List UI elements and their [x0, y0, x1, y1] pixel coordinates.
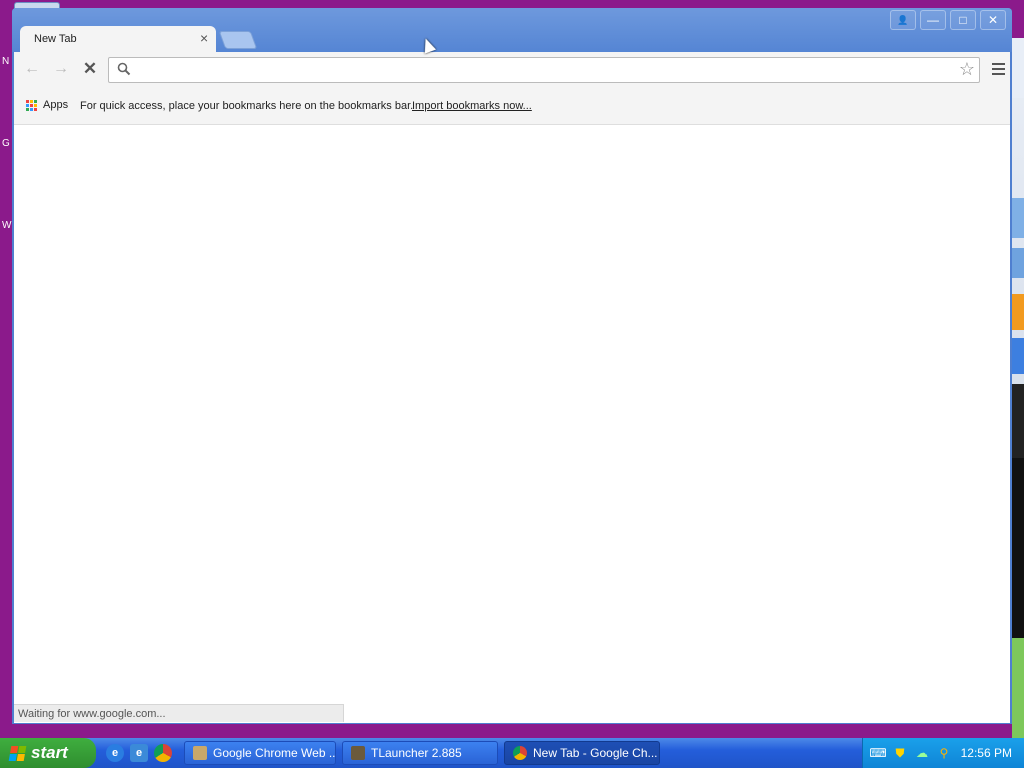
apps-shortcut[interactable]: Apps [26, 99, 68, 111]
taskbar: start e e Google Chrome Web ... TLaunche… [0, 738, 1024, 768]
desktop-label-fragment: N [2, 56, 10, 67]
keyboard-icon[interactable]: ⌨ [869, 746, 886, 760]
system-tray: ⌨ ⛊ ☁ ⚲ 12:56 PM [862, 738, 1024, 768]
task-label: Google Chrome Web ... [213, 746, 336, 760]
close-button[interactable]: ✕ [980, 10, 1006, 30]
taskbar-item-new-tab[interactable]: New Tab - Google Ch... [504, 741, 660, 765]
page-content [14, 125, 1010, 723]
forward-arrow-icon[interactable]: → [51, 60, 71, 78]
quick-launch: e e [106, 744, 172, 762]
browser-toolbar: ← → ✕ ☆ [14, 52, 1010, 86]
window-controls: 👤 — □ ✕ [890, 10, 1006, 30]
status-bubble: Waiting for www.google.com... [14, 704, 344, 722]
tab-new-tab[interactable]: New Tab × [20, 26, 216, 52]
apps-label: Apps [43, 99, 69, 111]
profile-icon[interactable]: 👤 [890, 10, 916, 30]
network-icon[interactable]: ☁ [915, 746, 929, 760]
title-bar[interactable]: New Tab × 👤 — □ ✕ [12, 8, 1012, 52]
windows-logo-icon [8, 745, 27, 761]
security-shield-icon[interactable]: ⛊ [893, 746, 907, 760]
app-icon [193, 746, 207, 760]
taskbar-item-tlauncher[interactable]: TLauncher 2.885 [342, 741, 498, 765]
background-window-edge [1012, 38, 1024, 738]
back-arrow-icon[interactable]: ← [22, 60, 42, 78]
search-icon [117, 62, 131, 76]
clock: 12:56 PM [960, 746, 1012, 760]
stop-loading-icon[interactable]: ✕ [80, 59, 100, 78]
tab-close-icon[interactable]: × [200, 31, 208, 45]
bookmark-star-icon[interactable]: ☆ [959, 59, 975, 80]
import-bookmarks-link[interactable]: Import bookmarks now... [412, 100, 532, 112]
start-button[interactable]: start [0, 738, 96, 768]
bookmarks-bar: Apps For quick access, place your bookma… [14, 86, 1010, 125]
tlauncher-icon [351, 746, 365, 760]
chrome-window: New Tab × 👤 — □ ✕ ← → ✕ ☆ Apps For quick… [12, 8, 1012, 724]
new-tab-button[interactable] [218, 31, 258, 49]
task-label: TLauncher 2.885 [371, 746, 462, 760]
desktop-label-fragment: G [2, 138, 10, 149]
internet-explorer-icon[interactable]: e [106, 744, 124, 762]
chrome-menu-icon[interactable] [988, 59, 1008, 79]
search-tray-icon[interactable]: ⚲ [937, 746, 951, 760]
address-input[interactable] [135, 60, 949, 80]
start-label: start [31, 743, 68, 762]
desktop-label-fragment: W [2, 220, 12, 231]
task-label: New Tab - Google Ch... [533, 746, 658, 760]
apps-grid-icon [26, 99, 37, 111]
chrome-icon [513, 746, 527, 760]
chrome-icon[interactable] [154, 744, 172, 762]
tab-title: New Tab [34, 33, 77, 45]
minimize-button[interactable]: — [920, 10, 946, 30]
browser-shortcut-icon[interactable]: e [130, 744, 148, 762]
maximize-button[interactable]: □ [950, 10, 976, 30]
taskbar-item-chrome-web[interactable]: Google Chrome Web ... [184, 741, 336, 765]
bookmarks-hint: For quick access, place your bookmarks h… [80, 100, 414, 112]
omnibox[interactable]: ☆ [108, 57, 980, 83]
